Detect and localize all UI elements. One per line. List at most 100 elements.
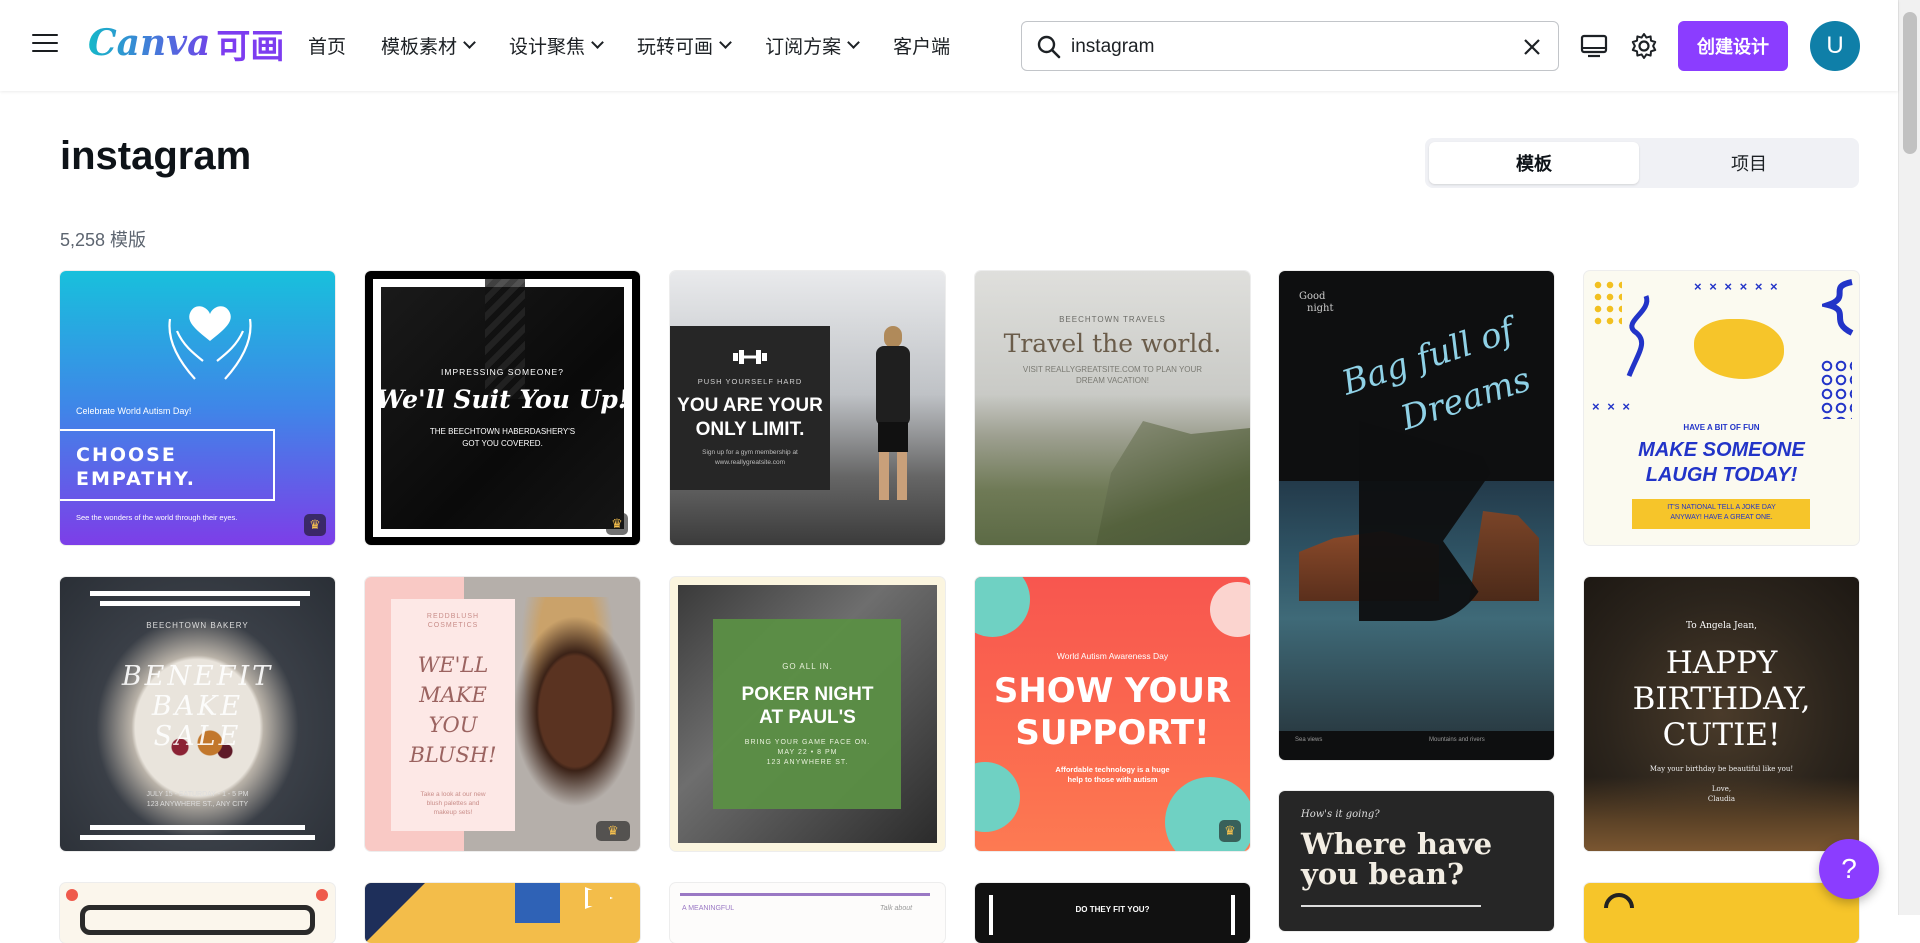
card-headline: YOU: [428, 713, 478, 737]
card-text: How's it going?: [1301, 809, 1380, 820]
brain-circle: [975, 577, 1030, 637]
card-headline: BAKE: [151, 691, 244, 722]
template-card[interactable]: REDDBLUSH COSMETICS WE'LL MAKE YOU BLUSH…: [365, 577, 640, 851]
card-headline: HAPPY: [1665, 645, 1778, 681]
template-card[interactable]: DO THEY FIT YOU?: [975, 883, 1250, 943]
nav-pricing[interactable]: 订阅方案: [765, 30, 860, 60]
premium-badge-icon: ♛: [1219, 820, 1241, 842]
nav-templates[interactable]: 模板素材: [381, 30, 476, 60]
dumbbell-icon: [733, 350, 767, 364]
page-scrollbar[interactable]: [1898, 0, 1920, 915]
chevron-down-icon: [719, 36, 732, 49]
card-text: JULY 15 - SATURDAY - 1 - 5 PM: [146, 791, 249, 798]
heart-hands-icon: [168, 306, 252, 380]
template-card[interactable]: Good night Bag full of Dreams Sea views …: [1279, 271, 1554, 760]
card-text: See the wonders of the world through the…: [76, 513, 238, 522]
close-icon[interactable]: [1518, 33, 1546, 61]
bar: [90, 825, 305, 830]
scrollbar-thumb[interactable]: [1903, 12, 1917, 154]
search-icon[interactable]: [1036, 34, 1062, 60]
avatar[interactable]: U: [1810, 21, 1860, 71]
divider: [1301, 905, 1481, 907]
top-header: Canva 可画 首页 模板素材 设计聚焦 玩转可画 订阅方案 客户端 创建设计…: [0, 0, 1898, 91]
desktop-icon[interactable]: [1578, 30, 1610, 62]
card-text: www.reallygreatsite.com: [714, 459, 786, 466]
tab-projects[interactable]: 项目: [1643, 142, 1855, 184]
nav-learn[interactable]: 玩转可画: [637, 30, 732, 60]
premium-badge-icon: ♛: [606, 513, 628, 535]
card-headline: We'll Suit You Up!: [376, 385, 629, 414]
menu-icon[interactable]: [32, 34, 58, 56]
card-text: COSMETICS: [427, 622, 479, 629]
card-text: IMPRESSING SOMEONE?: [441, 367, 564, 377]
template-card[interactable]: World Autism Awareness Day SHOW YOUR SUP…: [975, 577, 1250, 851]
card-decoration: × × ×: [1592, 399, 1632, 414]
card-headline: SHOW YOUR: [993, 671, 1232, 711]
card-text: BEECHTOWN BAKERY: [146, 621, 249, 630]
canva-logo[interactable]: Canva 可画: [88, 18, 284, 68]
cliff-photo: [1095, 421, 1250, 545]
card-headline: BENEFIT: [121, 661, 274, 692]
card-headline: BLUSH!: [409, 743, 497, 767]
template-card[interactable]: [60, 883, 335, 943]
bar: [90, 591, 310, 596]
search-input[interactable]: [1071, 32, 1491, 62]
create-design-button[interactable]: 创建设计: [1678, 21, 1788, 71]
card-headline: LAUGH TODAY!: [1645, 464, 1798, 486]
card-headline: BIRTHDAY,: [1632, 681, 1811, 717]
template-card[interactable]: [1584, 883, 1859, 943]
results-type-toggle: 模板 项目: [1425, 138, 1859, 188]
card-text: ANYWAY! HAVE A GREAT ONE.: [1670, 514, 1773, 521]
nav-design-spotlight[interactable]: 设计聚焦: [509, 30, 604, 60]
template-card[interactable]: BEECHTOWN BAKERY BENEFIT BAKE SALE JULY …: [60, 577, 335, 851]
result-count: 5,258 模版: [60, 230, 147, 250]
card-text: Sea views: [1295, 737, 1323, 743]
card-decoration: × × × × × ×: [1694, 279, 1780, 294]
card-headline: ONLY LIMIT.: [695, 419, 805, 440]
nav-client[interactable]: 客户端: [893, 30, 950, 60]
template-card[interactable]: GO ALL IN. POKER NIGHT AT PAUL'S BRING Y…: [670, 577, 945, 851]
card-headline: Where have: [1301, 827, 1493, 861]
template-card[interactable]: × × × × × × × × × HAVE A BIT OF FUN MAKE…: [1584, 271, 1859, 545]
premium-badge-icon: ♛: [304, 514, 326, 536]
card-text: Sign up for a gym membership at: [702, 449, 798, 456]
dots: [1592, 279, 1622, 329]
yellow-blob: [1694, 319, 1784, 379]
template-card[interactable]: A MEANINGFUL Talk about: [670, 883, 945, 943]
nav-label: 模板素材: [381, 36, 458, 58]
card-text: World Autism Awareness Day: [1056, 651, 1169, 661]
chevron-down-icon: [847, 36, 860, 49]
template-card[interactable]: BEECHTOWN TRAVELS Travel the world. VISI…: [975, 271, 1250, 545]
gear-icon[interactable]: [1628, 30, 1660, 62]
card-text: Take a look at our new: [420, 791, 486, 798]
template-card[interactable]: Celebrate World Autism Day! CHOOSE EMPATH…: [60, 271, 335, 545]
card-headline: MAKE: [419, 683, 487, 707]
template-card[interactable]: [365, 883, 640, 943]
template-card[interactable]: To Angela Jean, HAPPY BIRTHDAY, CUTIE! M…: [1584, 577, 1859, 851]
template-card[interactable]: How's it going? Where have you bean?: [1279, 791, 1554, 931]
card-headline: MAKE SOMEONE: [1638, 439, 1805, 461]
card-headline: POKER NIGHT: [741, 684, 874, 705]
card-headline: Travel the world.: [1003, 329, 1222, 358]
card-text: Affordable technology is a huge: [1055, 765, 1170, 774]
template-card[interactable]: IMPRESSING SOMEONE? We'll Suit You Up! T…: [365, 271, 640, 545]
nav-home[interactable]: 首页: [308, 30, 346, 60]
card-text: night: [1307, 303, 1334, 314]
tab-templates[interactable]: 模板: [1429, 142, 1639, 184]
premium-badge-icon: ♛: [596, 821, 630, 841]
card-headline: SALE: [153, 721, 242, 752]
card-text: A MEANINGFUL: [682, 905, 735, 912]
squiggle: [1626, 295, 1650, 377]
card-text: Love,: [1711, 785, 1732, 793]
card-text: HAVE A BIT OF FUN: [1683, 423, 1760, 432]
card-text: Celebrate World Autism Day!: [76, 406, 192, 416]
logo-chinese: 可画: [216, 26, 285, 67]
card-text: DO THEY FIT YOU?: [1075, 905, 1150, 914]
chevron-down-icon: [463, 36, 476, 49]
card-headline: you bean?: [1301, 857, 1464, 891]
card-text: makeup sets!: [433, 809, 473, 816]
tie-pattern: [485, 279, 525, 399]
template-card[interactable]: PUSH YOURSELF HARD YOU ARE YOUR ONLY LIM…: [670, 271, 945, 545]
card-headline: CHOOSE EMPATHY.: [76, 444, 196, 490]
help-button[interactable]: ?: [1819, 839, 1879, 899]
